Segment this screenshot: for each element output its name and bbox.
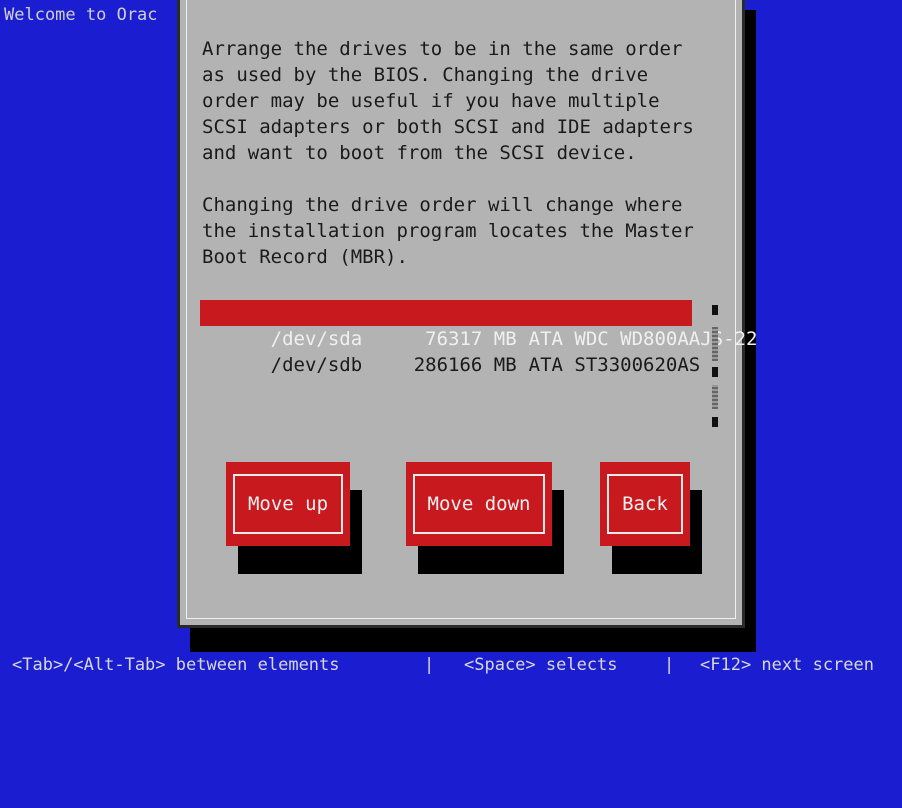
back-button[interactable]: Back	[600, 462, 690, 546]
move-up-button-frame: Move up	[233, 474, 343, 534]
footer-separator: |	[664, 655, 675, 675]
mbr-note-paragraph: Changing the drive order will change whe…	[202, 194, 694, 268]
move-down-button-frame: Move down	[413, 474, 545, 534]
drive-device: /dev/sdb	[270, 354, 363, 376]
drive-model: ATA WDC WD800AAJS-22	[528, 328, 758, 350]
welcome-title: Welcome to Orac	[4, 5, 158, 25]
scrollbar-thumb[interactable]	[712, 305, 718, 315]
scrollbar-marker	[712, 417, 718, 427]
drive-order-dialog: Arrange the drives to be in the same ord…	[177, 0, 757, 628]
move-down-label: Move down	[427, 493, 531, 515]
move-up-label: Move up	[247, 493, 329, 515]
scrollbar-track	[712, 327, 718, 361]
drive-model: ATA ST3300620AS	[528, 354, 701, 376]
drive-list-scrollbar[interactable]	[712, 305, 720, 427]
drive-list[interactable]: /dev/sda 76317 MB ATA WDC WD800AAJS-22 /de…	[200, 300, 757, 440]
drive-row-sda[interactable]: /dev/sda 76317 MB ATA WDC WD800AAJS-22	[200, 300, 757, 350]
f12-hint: <F12> next screen	[700, 655, 874, 675]
tab-hint: <Tab>/<Alt-Tab> between elements	[12, 655, 340, 675]
move-down-button[interactable]: Move down	[406, 462, 552, 546]
back-label: Back	[622, 493, 668, 515]
scrollbar-marker	[712, 367, 718, 377]
space-hint: <Space> selects	[464, 655, 618, 675]
back-button-frame: Back	[607, 474, 683, 534]
help-footer: <Tab>/<Alt-Tab> between elements | <Spac…	[0, 652, 902, 678]
drive-size: 286166 MB	[413, 354, 517, 376]
instructions-paragraph: Arrange the drives to be in the same ord…	[202, 38, 694, 164]
drive-device: /dev/sda	[270, 328, 363, 350]
scrollbar-track	[712, 385, 718, 409]
drive-size: 76317 MB	[425, 328, 517, 350]
footer-separator: |	[424, 655, 435, 675]
move-up-button[interactable]: Move up	[226, 462, 350, 546]
